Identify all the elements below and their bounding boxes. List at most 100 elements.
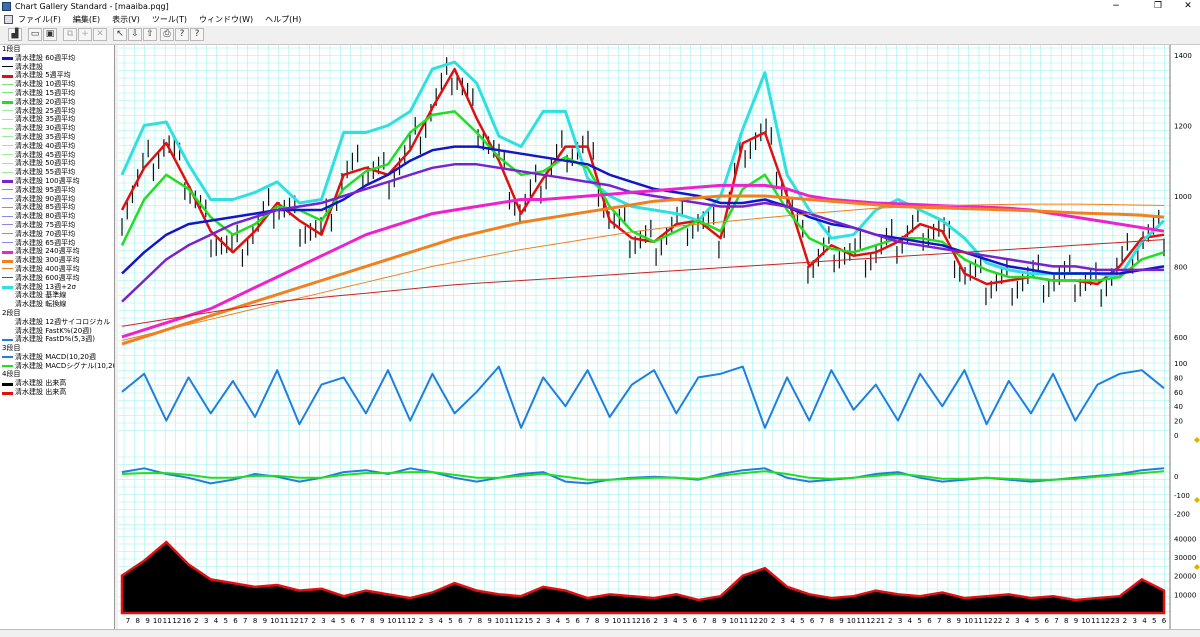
x-tick-label: 10 bbox=[387, 617, 396, 625]
x-tick-label: 12 bbox=[749, 617, 758, 625]
legend-item[interactable]: 清水建設 40週平均 bbox=[0, 142, 114, 151]
save-icon[interactable]: ▣ bbox=[43, 28, 57, 41]
delete-icon[interactable]: ✕ bbox=[93, 28, 107, 41]
legend-item[interactable]: 清水建設 出来高 bbox=[0, 388, 114, 397]
minimize-button[interactable]: − bbox=[1104, 0, 1128, 13]
x-tick-label: 21 bbox=[876, 617, 885, 625]
legend-section[interactable]: 4段目 bbox=[0, 370, 114, 379]
legend-item[interactable]: 清水建設 35週平均 bbox=[0, 115, 114, 124]
x-tick-label: 5 bbox=[1035, 617, 1039, 625]
legend-item[interactable]: 清水建設 MACD(10,20週 bbox=[0, 353, 114, 362]
legend-item[interactable]: 清水建設 60週平均 bbox=[0, 54, 114, 63]
add-icon[interactable]: + bbox=[78, 28, 92, 41]
legend-item[interactable]: 清水建設 20週平均 bbox=[0, 98, 114, 107]
x-tick-label: 7 bbox=[585, 617, 589, 625]
legend-item[interactable]: 清水建設 13週+2σ bbox=[0, 283, 114, 292]
legend-label: 清水建設 60週平均 bbox=[15, 53, 76, 62]
x-tick-label: 11 bbox=[163, 617, 172, 625]
legend-item[interactable]: 清水建設 10週平均 bbox=[0, 80, 114, 89]
print-icon[interactable]: ⎙ bbox=[160, 28, 174, 41]
legend-item[interactable]: 清水建設 100週平均 bbox=[0, 177, 114, 186]
x-tick-label: 10 bbox=[612, 617, 621, 625]
x-tick-label: 16 bbox=[182, 617, 191, 625]
x-tick-label: 4 bbox=[1142, 617, 1147, 625]
x-tick-label: 11 bbox=[1091, 617, 1100, 625]
up-icon[interactable]: ⇧ bbox=[143, 28, 157, 41]
legend-item[interactable]: 清水建設 出来高 bbox=[0, 379, 114, 388]
y-tick-label: 40000 bbox=[1174, 535, 1196, 543]
legend-item[interactable]: 清水建設 400週平均 bbox=[0, 265, 114, 274]
legend-item[interactable]: 清水建設 基準線 bbox=[0, 291, 114, 300]
document-icon[interactable] bbox=[4, 15, 13, 24]
legend-item[interactable]: 清水建設 50週平均 bbox=[0, 159, 114, 168]
menu-edit[interactable]: 編集(E) bbox=[73, 13, 100, 26]
x-tick-label: 3 bbox=[546, 617, 550, 625]
down-icon[interactable]: ⇩ bbox=[128, 28, 142, 41]
legend-item[interactable]: 清水建設 30週平均 bbox=[0, 124, 114, 133]
legend-label: 清水建設 20週平均 bbox=[15, 97, 76, 106]
legend-item[interactable]: 清水建設 55週平均 bbox=[0, 168, 114, 177]
legend-item[interactable]: 清水建設 5週平均 bbox=[0, 71, 114, 80]
legend-item[interactable]: 清水建設 70週平均 bbox=[0, 230, 114, 239]
chart-svg[interactable]: 1400 1200 1000 800 600 100 80 60 40 20 0 0 -100 -200 4… bbox=[118, 45, 1200, 629]
x-tick-label: 2 bbox=[419, 617, 423, 625]
legend-label: 1段目 bbox=[2, 45, 21, 53]
legend-item[interactable]: 清水建設 600週平均 bbox=[0, 274, 114, 283]
legend-item[interactable]: 清水建設 65週平均 bbox=[0, 239, 114, 248]
copy-icon[interactable]: ⧉ bbox=[63, 28, 77, 41]
legend-section[interactable]: 2段目 bbox=[0, 309, 114, 318]
y-tick-label: 20000 bbox=[1174, 573, 1196, 581]
x-tick-label: 15 bbox=[524, 617, 533, 625]
legend-item[interactable]: 清水建設 240週平均 bbox=[0, 247, 114, 256]
chart-area[interactable]: 1400 1200 1000 800 600 100 80 60 40 20 0 0 -100 -200 4… bbox=[118, 45, 1200, 629]
menu-window[interactable]: ウィンドウ(W) bbox=[199, 13, 253, 26]
x-tick-label: 6 bbox=[575, 617, 580, 625]
chart-icon[interactable]: ▟ bbox=[8, 28, 22, 41]
x-tick-label: 3 bbox=[321, 617, 325, 625]
legend-item[interactable]: 清水建設 85週平均 bbox=[0, 203, 114, 212]
maximize-button[interactable]: ❐ bbox=[1146, 0, 1170, 13]
help-icon[interactable]: ? bbox=[190, 28, 204, 41]
legend-item[interactable]: 清水建設 300週平均 bbox=[0, 256, 114, 265]
legend-swatch bbox=[2, 57, 13, 61]
legend-section[interactable]: 1段目 bbox=[0, 45, 114, 54]
x-tick-label: 5 bbox=[448, 617, 452, 625]
plot-background bbox=[118, 45, 1170, 629]
x-tick-label: 2 bbox=[536, 617, 540, 625]
legend-label: 清水建設 出来高 bbox=[15, 379, 67, 388]
legend-label: 清水建設 50週平均 bbox=[15, 159, 76, 168]
x-tick-label: 10 bbox=[964, 617, 973, 625]
legend-item[interactable]: 清水建設 80週平均 bbox=[0, 212, 114, 221]
x-tick-label: 12 bbox=[632, 617, 641, 625]
legend-section[interactable]: 3段目 bbox=[0, 344, 114, 353]
legend-item[interactable]: 清水建設 転換線 bbox=[0, 300, 114, 309]
legend-label: 清水建設 30週平均 bbox=[15, 124, 76, 133]
legend-item[interactable]: 清水建設 FastD%(5,3週) bbox=[0, 335, 114, 344]
legend-item[interactable]: 清水建設 15週平均 bbox=[0, 89, 114, 98]
y-tick-label: 0 bbox=[1174, 432, 1178, 440]
legend-swatch bbox=[2, 83, 13, 85]
y-tick-label: 20 bbox=[1174, 418, 1183, 426]
x-tick-label: 12 bbox=[407, 617, 416, 625]
info-icon[interactable]: ? bbox=[175, 28, 189, 41]
legend-item[interactable]: 清水建設 12週サイコロジカル bbox=[0, 318, 114, 327]
cursor-icon[interactable]: ↖ bbox=[113, 28, 127, 41]
legend-item[interactable]: 清水建設 35週平均 bbox=[0, 133, 114, 142]
legend-swatch bbox=[2, 268, 13, 270]
legend-item[interactable]: 清水建設 75週平均 bbox=[0, 221, 114, 230]
open-icon[interactable]: ▭ bbox=[28, 28, 42, 41]
menu-file[interactable]: ファイル(F) bbox=[18, 13, 61, 26]
menu-tools[interactable]: ツール(T) bbox=[152, 13, 187, 26]
x-tick-label: 9 bbox=[145, 617, 149, 625]
x-tick-label: 3 bbox=[1015, 617, 1019, 625]
x-tick-label: 4 bbox=[331, 617, 336, 625]
menu-view[interactable]: 表示(V) bbox=[112, 13, 140, 26]
legend-item[interactable]: 清水建設 95週平均 bbox=[0, 186, 114, 195]
x-tick-label: 4 bbox=[556, 617, 561, 625]
x-tick-label: 5 bbox=[566, 617, 570, 625]
legend-swatch bbox=[2, 171, 13, 173]
close-button[interactable]: ✕ bbox=[1176, 0, 1200, 13]
legend-item[interactable]: 清水建設 FastK%(20週) bbox=[0, 327, 114, 336]
menu-help[interactable]: ヘルプ(H) bbox=[265, 13, 301, 26]
menu-bar: ファイル(F) 編集(E) 表示(V) ツール(T) ウィンドウ(W) ヘルプ(… bbox=[0, 13, 1200, 26]
